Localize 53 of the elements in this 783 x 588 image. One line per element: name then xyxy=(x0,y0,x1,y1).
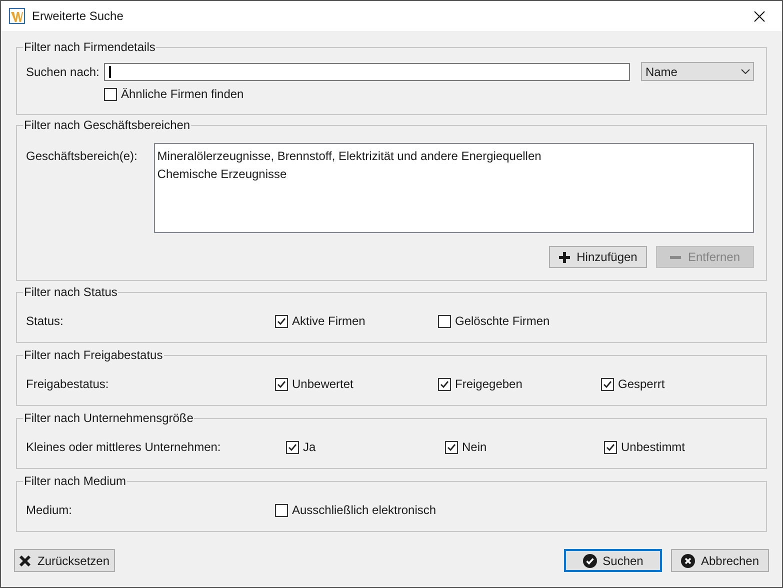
checkbox-label: Nein xyxy=(462,439,487,456)
checkbox[interactable] xyxy=(438,378,451,390)
checkbox-label: Gelöschte Firmen xyxy=(455,313,550,330)
checkbox-label: Ausschließlich elektronisch xyxy=(292,502,436,519)
checkbox[interactable] xyxy=(275,504,288,516)
checkmark-icon xyxy=(440,380,449,388)
group-title: Filter nach Unternehmensgröße xyxy=(23,410,194,426)
checkbox[interactable] xyxy=(275,314,288,328)
close-circle-icon xyxy=(680,554,695,568)
add-button[interactable]: Hinzufügen xyxy=(549,246,647,268)
close-icon xyxy=(19,554,32,566)
app-icon xyxy=(9,8,25,24)
checkbox-label: Gesperrt xyxy=(618,376,665,393)
filter-label: Kleines oder mittleres Unternehmen: xyxy=(26,439,222,456)
checkbox[interactable] xyxy=(275,378,288,390)
checkmark-icon xyxy=(447,442,456,452)
checkmark-icon xyxy=(606,442,615,452)
list-item[interactable]: Chemische Erzeugnisse xyxy=(157,165,753,183)
checkbox-label: Ähnliche Firmen finden xyxy=(121,86,244,103)
filter-label: Medium: xyxy=(26,502,74,519)
text-cursor xyxy=(108,66,111,78)
close-icon xyxy=(754,10,764,22)
search-label: Suchen nach: xyxy=(26,64,100,80)
cancel-button[interactable]: Abbrechen xyxy=(671,549,769,572)
checkbox[interactable] xyxy=(438,314,451,328)
reset-button[interactable]: Zurücksetzen xyxy=(14,549,115,572)
filter-label: Freigabestatus: xyxy=(26,376,110,393)
business-area-label: Geschäftsbereich(e): xyxy=(26,148,138,165)
window-title: Erweiterte Suche xyxy=(32,8,124,25)
group-title: Filter nach Freigabestatus xyxy=(23,347,164,363)
checkbox[interactable] xyxy=(601,378,614,390)
checkbox[interactable] xyxy=(104,88,117,100)
checkbox-label: Aktive Firmen xyxy=(292,313,366,330)
checkbox[interactable] xyxy=(286,440,299,454)
checkbox[interactable] xyxy=(604,440,617,454)
search-button[interactable]: Suchen xyxy=(564,549,662,572)
list-item[interactable]: Mineralölerzeugnisse, Brennstoff, Elektrizität und andere Energiequellen xyxy=(157,147,753,165)
check-circle-icon xyxy=(582,554,597,568)
checkbox[interactable] xyxy=(445,440,458,454)
checkbox-label: Unbestimmt xyxy=(621,439,686,456)
checkbox-label: Unbewertet xyxy=(292,376,354,393)
checkmark-icon xyxy=(277,316,286,326)
search-by-dropdown[interactable]: Name xyxy=(641,62,754,81)
checkmark-icon xyxy=(288,442,297,452)
chevron-down-icon xyxy=(741,69,750,74)
filter-label: Status: xyxy=(26,313,64,330)
plus-icon xyxy=(558,252,570,262)
checkmark-icon xyxy=(277,380,286,388)
search-field[interactable] xyxy=(104,62,630,80)
minus-icon xyxy=(670,256,681,258)
checkbox-label: Freigegeben xyxy=(455,376,522,393)
checkbox-label: Ja xyxy=(303,439,316,456)
checkmark-icon xyxy=(603,380,612,388)
